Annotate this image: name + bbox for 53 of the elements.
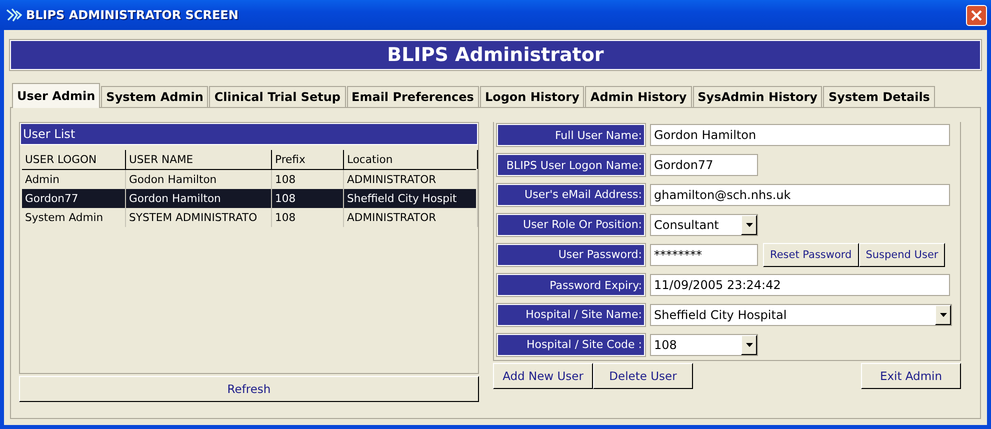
refresh-button[interactable]: Refresh (19, 376, 479, 402)
tab[interactable]: Admin History (585, 86, 692, 108)
table-cell: 108 (272, 208, 344, 227)
field-label: BLIPS User Logon Name: (497, 154, 645, 176)
table-cell: System Admin (22, 208, 126, 227)
column-header[interactable]: USER LOGON (22, 150, 126, 169)
caret-icon (741, 214, 757, 235)
field-label: Hospital / Site Code : (497, 334, 645, 356)
table-row[interactable]: Gordon77 Gordon Hamilton 108 Sheffield City Hospit (22, 189, 476, 208)
close-button[interactable] (966, 4, 987, 26)
field-label: User's eMail Address: (497, 184, 645, 206)
table-cell: Sheffield City Hospit (344, 189, 478, 208)
action-button[interactable]: Add New User (493, 363, 593, 389)
action-button[interactable]: Reset Password (763, 242, 859, 267)
table-cell: Gordon Hamilton (126, 189, 272, 208)
action-button[interactable]: Delete User (593, 363, 693, 389)
app-icon (6, 8, 22, 22)
input-field[interactable]: Gordon77 (650, 154, 758, 176)
input-field[interactable]: Gordon Hamilton (650, 124, 950, 146)
caret-icon (935, 304, 951, 325)
field-label: Password Expiry: (497, 274, 645, 296)
field-label: Full User Name: (497, 124, 645, 146)
column-header[interactable]: Location (344, 150, 478, 169)
column-header[interactable]: Prefix (272, 150, 344, 169)
tab[interactable]: SysAdmin History (692, 86, 822, 108)
tab[interactable]: System Admin (101, 86, 208, 108)
column-header[interactable]: USER NAME (126, 150, 272, 169)
close-icon (971, 10, 982, 20)
field-label: Hospital / Site Name: (497, 304, 645, 326)
tab[interactable]: User Admin (12, 83, 100, 108)
field-label: User Password: (497, 244, 645, 266)
field-label: User Role Or Position: (497, 214, 645, 236)
exit-button[interactable]: Exit Admin (861, 363, 961, 389)
banner-title: BLIPS Administrator (10, 40, 981, 70)
input-field[interactable]: ghamilton@sch.nhs.uk (650, 184, 950, 206)
window-title: BLIPS ADMINISTRATOR SCREEN (26, 8, 240, 22)
tab[interactable]: System Details (823, 86, 935, 108)
dropdown[interactable]: Consultant (650, 214, 758, 236)
table-row[interactable]: System Admin SYSTEM ADMINISTRATO 108 ADMINISTRATOR (22, 208, 476, 227)
action-button[interactable]: Suspend User (858, 242, 946, 267)
table-cell: Gordon77 (22, 189, 126, 208)
caret-icon (741, 334, 757, 355)
input-field[interactable]: 11/09/2005 23:24:42 (650, 274, 950, 296)
tab[interactable]: Email Preferences (346, 86, 479, 108)
list-title: User List (20, 123, 478, 145)
table-cell: SYSTEM ADMINISTRATO (126, 208, 272, 227)
dropdown[interactable]: 108 (650, 334, 758, 356)
table-cell: 108 (272, 189, 344, 208)
password-field[interactable]: ******** (650, 244, 758, 266)
table-cell: ADMINISTRATOR (344, 208, 478, 227)
dropdown[interactable]: Sheffield City Hospital (650, 304, 952, 326)
tab[interactable]: Logon History (480, 86, 584, 108)
tab[interactable]: Clinical Trial Setup (209, 86, 346, 108)
